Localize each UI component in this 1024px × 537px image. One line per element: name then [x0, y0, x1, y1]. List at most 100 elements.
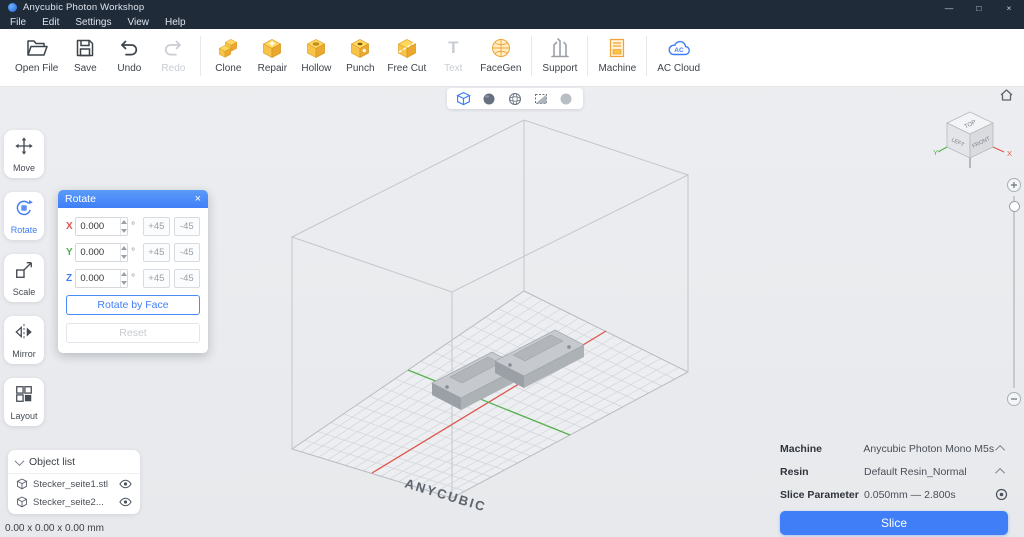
rotate-z-minus45-button[interactable]: -45: [173, 269, 200, 288]
chevron-up-icon[interactable]: [994, 467, 1005, 478]
tool-rotate[interactable]: Rotate: [4, 192, 44, 240]
main-toolbar: Open File Save Undo Redo Clone Repair Ho…: [0, 29, 1024, 87]
repair-icon: [260, 36, 284, 60]
ac-cloud-button[interactable]: AC AC Cloud: [652, 29, 705, 74]
plus-icon: [1011, 182, 1017, 188]
chevron-up-icon[interactable]: [994, 444, 1005, 455]
menu-edit[interactable]: Edit: [34, 17, 67, 28]
punch-button[interactable]: Punch: [338, 29, 382, 74]
machine-row-label: Machine: [780, 442, 823, 455]
punch-icon: [348, 36, 372, 60]
rotate-x-input[interactable]: [76, 218, 121, 235]
object-list-item[interactable]: Stecker_seite1.stl: [8, 474, 140, 492]
rotate-x-plus45-button[interactable]: +45: [143, 217, 170, 236]
object-list-header[interactable]: Object list: [8, 450, 140, 474]
free-cut-label: Free Cut: [387, 63, 427, 74]
save-button[interactable]: Save: [63, 29, 107, 74]
rotate-y-minus45-button[interactable]: -45: [173, 243, 200, 262]
rotate-y-input[interactable]: [76, 244, 121, 261]
slice-button[interactable]: Slice: [780, 511, 1008, 535]
clone-button[interactable]: Clone: [206, 29, 250, 74]
machine-icon: [605, 36, 629, 60]
rotate-x-minus45-button[interactable]: -45: [173, 217, 200, 236]
facegen-icon: [489, 36, 513, 60]
tool-move[interactable]: Move: [4, 130, 44, 178]
tool-layout-label: Layout: [10, 410, 38, 421]
mesh-cube-icon: [16, 478, 28, 490]
view-matte-icon[interactable]: [557, 91, 575, 107]
rotate-z-spin-up-icon[interactable]: [121, 270, 128, 279]
zoom-in-button[interactable]: [1007, 178, 1021, 192]
machine-row-value: Anycubic Photon Mono M5s: [863, 442, 995, 455]
menu-file[interactable]: File: [2, 17, 34, 28]
support-label: Support: [542, 63, 578, 74]
menu-settings[interactable]: Settings: [67, 17, 119, 28]
home-view-button[interactable]: [998, 87, 1016, 103]
minus-icon: [1011, 398, 1017, 400]
view-section-icon[interactable]: [532, 91, 550, 107]
object-list-item[interactable]: Stecker_seite2...: [8, 492, 140, 510]
slice-parameter-target-icon[interactable]: [994, 488, 1008, 501]
visibility-eye-icon[interactable]: [119, 479, 132, 489]
clone-icon: [216, 36, 240, 60]
app-logo-icon: [8, 3, 17, 12]
redo-icon: [161, 36, 185, 60]
rotate-panel-close-icon[interactable]: ×: [195, 193, 201, 205]
rotate-z-row: Z ° +45 -45: [66, 269, 200, 288]
view-solid-active-icon[interactable]: [455, 91, 473, 107]
ac-cloud-label: AC Cloud: [657, 63, 701, 74]
free-cut-icon: [395, 36, 419, 60]
zoom-slider-thumb[interactable]: [1009, 201, 1020, 212]
repair-button[interactable]: Repair: [250, 29, 294, 74]
clone-label: Clone: [215, 63, 242, 74]
open-file-icon: [25, 36, 49, 60]
tool-mirror[interactable]: Mirror: [4, 316, 44, 364]
rotate-z-input[interactable]: [76, 270, 121, 287]
support-button[interactable]: Support: [537, 29, 582, 74]
view-wireframe-icon[interactable]: [506, 91, 524, 107]
tool-layout[interactable]: Layout: [4, 378, 44, 426]
mirror-icon: [14, 322, 34, 347]
x-axis-label: X: [66, 221, 73, 232]
minimize-button[interactable]: —: [934, 0, 964, 15]
rotate-x-spin-up-icon[interactable]: [121, 218, 128, 227]
rotate-y-spin-up-icon[interactable]: [121, 244, 128, 253]
open-file-button[interactable]: Open File: [10, 29, 63, 74]
zoom-out-button[interactable]: [1007, 392, 1021, 406]
machine-button[interactable]: Machine: [593, 29, 641, 74]
move-icon: [14, 136, 34, 161]
undo-icon: [117, 36, 141, 60]
rotate-y-plus45-button[interactable]: +45: [143, 243, 170, 262]
hollow-button[interactable]: Hollow: [294, 29, 338, 74]
free-cut-button[interactable]: Free Cut: [382, 29, 431, 74]
rotate-y-row: Y ° +45 -45: [66, 243, 200, 262]
ac-cloud-icon: AC: [666, 36, 692, 60]
degree-unit: °: [131, 247, 136, 258]
rotate-y-spin-down-icon[interactable]: [121, 253, 128, 262]
maximize-button[interactable]: □: [964, 0, 994, 15]
machine-row[interactable]: Machine Anycubic Photon Mono M5s: [780, 437, 1008, 460]
toolbar-separator: [531, 36, 533, 76]
undo-button[interactable]: Undo: [107, 29, 151, 74]
resin-row-label: Resin: [780, 465, 809, 478]
redo-label: Redo: [161, 63, 186, 74]
zoom-slider[interactable]: [1013, 196, 1015, 388]
resin-row[interactable]: Resin Default Resin_Normal: [780, 460, 1008, 483]
rotate-by-face-button[interactable]: Rotate by Face: [66, 295, 200, 315]
visibility-eye-icon[interactable]: [119, 497, 132, 507]
menu-help[interactable]: Help: [157, 17, 194, 28]
rotate-z-plus45-button[interactable]: +45: [143, 269, 170, 288]
facegen-button[interactable]: FaceGen: [475, 29, 526, 74]
tool-scale[interactable]: Scale: [4, 254, 44, 302]
close-button[interactable]: ×: [994, 0, 1024, 15]
slice-parameter-row[interactable]: Slice Parameter 0.050mm — 2.800s: [780, 483, 1008, 506]
rotate-icon: [14, 198, 34, 223]
rotate-z-spin-down-icon[interactable]: [121, 279, 128, 288]
text-label: Text: [444, 63, 463, 74]
scale-icon: [14, 260, 34, 285]
view-cube[interactable]: TOP LEFT FRONT Y X: [925, 106, 1017, 172]
view-shaded-icon[interactable]: [480, 91, 498, 107]
menu-view[interactable]: View: [120, 17, 158, 28]
menu-bar: File Edit Settings View Help: [0, 15, 1024, 29]
rotate-x-spin-down-icon[interactable]: [121, 227, 128, 236]
